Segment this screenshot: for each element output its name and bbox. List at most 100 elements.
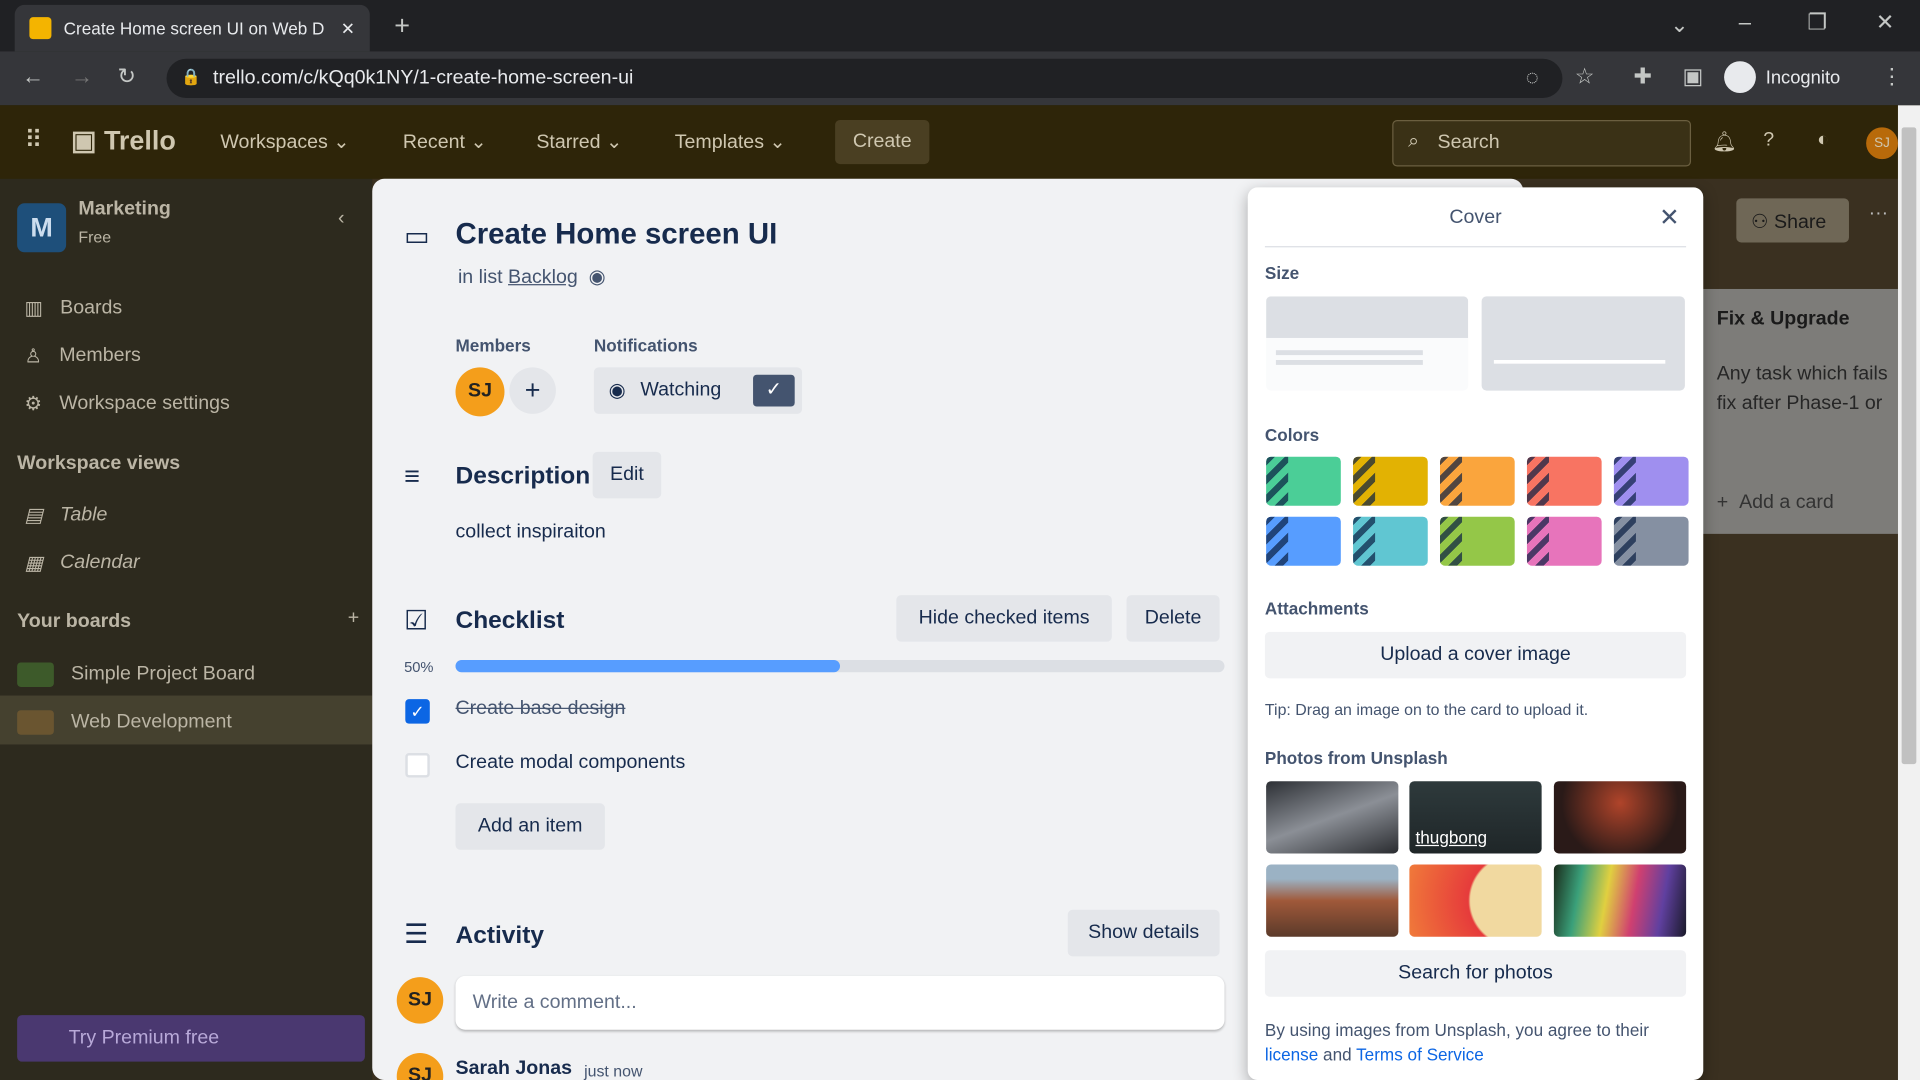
checklist-progress-bar <box>455 660 1225 673</box>
nav-starred[interactable]: Starred ⌄ <box>536 130 622 154</box>
item-checkbox[interactable] <box>405 753 430 778</box>
incognito-icon <box>1724 61 1756 94</box>
upload-tip: Tip: Drag an image on to the card to upl… <box>1264 700 1589 719</box>
notifications-icon[interactable]: 🔔︎ <box>1712 130 1737 154</box>
help-icon[interactable]: ? <box>1763 130 1774 152</box>
try-premium-button[interactable]: Try Premium free <box>17 1015 365 1062</box>
browser-menu-icon[interactable]: ⋮ <box>1881 64 1903 90</box>
tab-search-icon[interactable]: ⌄ <box>1670 12 1688 38</box>
sidebar-item-members[interactable]: ♙ Members <box>24 344 140 368</box>
list-link[interactable]: Backlog <box>508 267 578 288</box>
watch-eye-icon: ◉ <box>588 266 606 288</box>
terms-link[interactable]: Terms of Service <box>1356 1044 1484 1064</box>
cover-color-swatch[interactable] <box>1526 456 1602 506</box>
label: Web Development <box>71 711 232 733</box>
description-icon: ≡ <box>404 460 420 492</box>
checklist-item[interactable]: Create base design <box>456 698 626 720</box>
theme-icon[interactable]: ◐ <box>1817 130 1829 152</box>
unsplash-photo[interactable] <box>1553 864 1687 937</box>
sidebar-item-boards[interactable]: ▥ Boards <box>24 296 122 320</box>
unsplash-photo-hovered[interactable]: thugbong <box>1409 781 1542 854</box>
cover-color-swatch[interactable] <box>1266 456 1341 506</box>
cover-color-swatch[interactable] <box>1440 516 1515 566</box>
sidepanel-icon[interactable]: ▣ <box>1682 64 1703 90</box>
card-text[interactable]: Any task which fails fix after Phase-1 o… <box>1717 360 1893 419</box>
comment-input[interactable]: Write a comment... <box>455 975 1225 1030</box>
user-avatar[interactable]: SJ <box>1866 127 1898 160</box>
size-option-full[interactable] <box>1481 296 1685 391</box>
search-placeholder: Search <box>1437 132 1500 154</box>
close-icon[interactable]: ✕ <box>1659 202 1680 233</box>
browser-tab[interactable]: Create Home screen UI on Web D ✕ <box>14 4 370 52</box>
app-switcher-icon[interactable]: ⠿ <box>24 125 42 156</box>
cover-color-swatch[interactable] <box>1613 456 1689 506</box>
card-title[interactable]: Create Home screen UI <box>456 218 778 252</box>
license-link[interactable]: license <box>1265 1044 1318 1064</box>
minimize-icon[interactable]: – <box>1739 10 1751 36</box>
checklist-item[interactable]: Create modal components <box>456 752 686 774</box>
delete-checklist-button[interactable]: Delete <box>1126 595 1220 642</box>
url-input[interactable]: 🔒 trello.com/c/kQq0k1NY/1-create-home-scr… <box>166 58 1563 98</box>
cover-color-swatch[interactable] <box>1526 516 1602 566</box>
watching-button[interactable]: ◉ Watching ✓ <box>593 367 803 414</box>
close-tab-icon[interactable]: ✕ <box>341 18 355 39</box>
cover-color-swatch[interactable] <box>1440 456 1515 506</box>
extensions-icon[interactable]: ✚ <box>1633 64 1651 90</box>
popover-title: Cover <box>1449 206 1502 228</box>
board-item[interactable]: Web Development <box>17 710 232 735</box>
nav-recent[interactable]: Recent ⌄ <box>403 130 487 154</box>
nav-templates[interactable]: Templates ⌄ <box>675 130 786 154</box>
size-option-attached[interactable] <box>1266 296 1469 391</box>
sidebar-item-settings[interactable]: ⚙ Workspace settings <box>24 392 229 416</box>
more-icon[interactable]: ··· <box>1869 203 1889 225</box>
add-item-button[interactable]: Add an item <box>455 803 605 850</box>
cover-color-swatch[interactable] <box>1613 516 1689 566</box>
activity-time[interactable]: just now <box>584 1062 642 1080</box>
sidebar-item-calendar[interactable]: ▦ Calendar <box>24 551 139 575</box>
cover-color-swatch[interactable] <box>1353 456 1428 506</box>
search-photos-button[interactable]: Search for photos <box>1264 950 1687 997</box>
board-thumb <box>17 662 54 687</box>
eye-off-icon[interactable]: ◌ <box>1526 65 1539 91</box>
page-scrollbar[interactable] <box>1897 105 1920 1080</box>
unsplash-photo[interactable] <box>1409 864 1542 937</box>
show-details-button[interactable]: Show details <box>1067 909 1220 957</box>
add-board-icon[interactable]: + <box>348 607 359 629</box>
trello-logo[interactable]: ▣ Trello <box>71 125 176 157</box>
reload-icon[interactable]: ↻ <box>118 64 136 90</box>
back-icon[interactable]: ← <box>22 64 44 90</box>
incognito-profile[interactable]: Incognito <box>1724 61 1840 94</box>
collapse-sidebar-icon[interactable]: ‹ <box>338 208 345 230</box>
new-tab-icon[interactable]: + <box>394 10 410 42</box>
forward-icon[interactable]: → <box>71 64 93 90</box>
size-label: Size <box>1264 263 1300 283</box>
upload-cover-button[interactable]: Upload a cover image <box>1264 631 1687 679</box>
cover-color-swatch[interactable] <box>1353 516 1428 566</box>
label: Simple Project Board <box>71 663 256 685</box>
share-button[interactable]: ⚇ Share <box>1736 198 1849 243</box>
photo-author-link[interactable]: thugbong <box>1416 828 1488 848</box>
star-icon[interactable]: ☆ <box>1575 64 1595 90</box>
close-window-icon[interactable]: ✕ <box>1876 10 1894 36</box>
restore-icon[interactable]: ❐ <box>1807 10 1827 36</box>
nav-workspaces[interactable]: Workspaces ⌄ <box>220 130 349 154</box>
hide-checked-button[interactable]: Hide checked items <box>896 595 1112 642</box>
photos-label: Photos from Unsplash <box>1264 748 1448 768</box>
unsplash-photo[interactable] <box>1553 781 1687 854</box>
add-card-button[interactable]: + Add a card <box>1717 492 1834 514</box>
description-text[interactable]: collect inspiraiton <box>456 522 606 544</box>
add-member-button[interactable]: + <box>509 367 556 414</box>
board-item[interactable]: Simple Project Board <box>17 662 256 687</box>
unsplash-photo[interactable] <box>1266 864 1399 937</box>
sidebar: M Marketing Free ‹ ▥ Boards ♙ Members ⚙ Wor… <box>0 178 373 1080</box>
item-checkbox-checked[interactable]: ✓ <box>405 699 430 724</box>
create-button[interactable]: Create <box>835 120 930 165</box>
unsplash-photo[interactable] <box>1266 781 1399 854</box>
label: Table <box>60 504 108 526</box>
edit-description-button[interactable]: Edit <box>592 451 662 499</box>
cover-color-swatch[interactable] <box>1266 516 1341 566</box>
member-avatar[interactable]: SJ <box>455 367 505 417</box>
search-input[interactable]: ⌕ Search <box>1392 120 1692 167</box>
activity-heading: Activity <box>455 922 544 949</box>
sidebar-item-table[interactable]: ▤ Table <box>24 503 107 527</box>
